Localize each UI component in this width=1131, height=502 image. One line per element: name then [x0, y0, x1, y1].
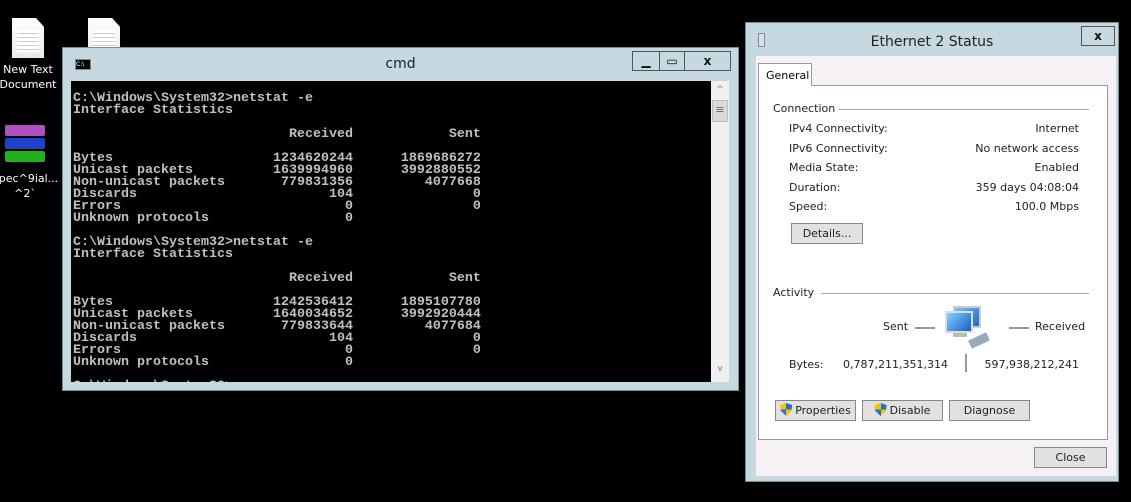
cmd-window: C:\ cmd ▁ ▭ x C:\Windows\System32>netsta… — [62, 47, 739, 391]
duration-label: Duration: — [789, 181, 841, 194]
dialog-title-bar[interactable]: Ethernet 2 Status x — [746, 23, 1118, 56]
bytes-received-value: 1,597,938,212,241 — [985, 358, 1079, 371]
media-state-label: Media State: — [789, 161, 859, 174]
divider — [965, 354, 967, 372]
bytes-label: Bytes: — [789, 358, 824, 371]
minimize-button[interactable]: ▁ — [632, 51, 660, 71]
dialog-close-x-button[interactable]: x — [1081, 26, 1115, 46]
ipv6-label: IPv6 Connectivity: — [789, 142, 888, 155]
received-label: Received — [1035, 320, 1086, 333]
desktop-icon-label: Spec^9ial... ^2` — [0, 172, 59, 200]
scroll-thumb[interactable]: ≡ — [712, 100, 728, 122]
speed-label: Speed: — [789, 200, 828, 213]
sent-label: Sent — [883, 320, 909, 333]
tab-general[interactable]: General — [758, 63, 812, 86]
scroll-up-arrow[interactable]: ^ — [711, 81, 729, 99]
desktop-icon-label: New Text Document — [0, 63, 57, 91]
connection-group-label: Connection — [773, 102, 836, 115]
divider — [915, 327, 935, 329]
close-button[interactable]: x — [684, 51, 731, 71]
activity-group-label: Activity — [773, 286, 815, 299]
close-button[interactable]: Close — [1034, 447, 1107, 468]
network-computers-icon — [945, 306, 995, 351]
ethernet-status-dialog: Ethernet 2 Status x General Connection I… — [745, 22, 1119, 482]
cmd-title-bar[interactable]: C:\ cmd ▁ ▭ x — [63, 48, 738, 81]
ipv6-value: No network access — [975, 142, 1079, 155]
disable-button[interactable]: Disable — [862, 400, 943, 421]
dialog-title: Ethernet 2 Status — [870, 34, 994, 50]
divider — [1009, 327, 1029, 329]
disable-label: Disable — [889, 404, 931, 417]
maximize-button[interactable]: ▭ — [659, 51, 685, 71]
general-tab-panel: Connection IPv4 Connectivity: Internet I… — [758, 85, 1108, 440]
divider — [839, 109, 1089, 110]
speed-value: 100.0 Mbps — [1014, 200, 1079, 213]
uac-shield-icon — [874, 403, 887, 416]
diagnose-button[interactable]: Diagnose — [949, 400, 1030, 421]
media-state-value: Enabled — [1034, 161, 1079, 174]
properties-label: Properties — [795, 404, 851, 417]
console-output[interactable]: C:\Windows\System32>netstat -e Interface… — [71, 81, 711, 382]
ipv4-label: IPv4 Connectivity: — [789, 122, 888, 135]
desktop-icon-archive[interactable]: Spec^9ial... ^2` — [0, 125, 60, 201]
text-file-icon — [12, 18, 44, 58]
console-scrollbar[interactable]: ^ ≡ v — [711, 81, 729, 382]
divider — [821, 293, 1089, 294]
winrar-archive-icon — [5, 125, 45, 165]
details-button[interactable]: Details... — [791, 223, 863, 244]
desktop-icon-new-text-document[interactable]: New Text Document — [0, 18, 66, 92]
ipv4-value: Internet — [1035, 122, 1079, 135]
properties-button[interactable]: Properties — [775, 400, 856, 421]
duration-value: 359 days 04:08:04 — [975, 181, 1079, 194]
uac-shield-icon — [780, 403, 793, 416]
scroll-down-arrow[interactable]: v — [711, 364, 729, 382]
bytes-sent-value: 0,787,211,351,314 — [843, 358, 948, 371]
